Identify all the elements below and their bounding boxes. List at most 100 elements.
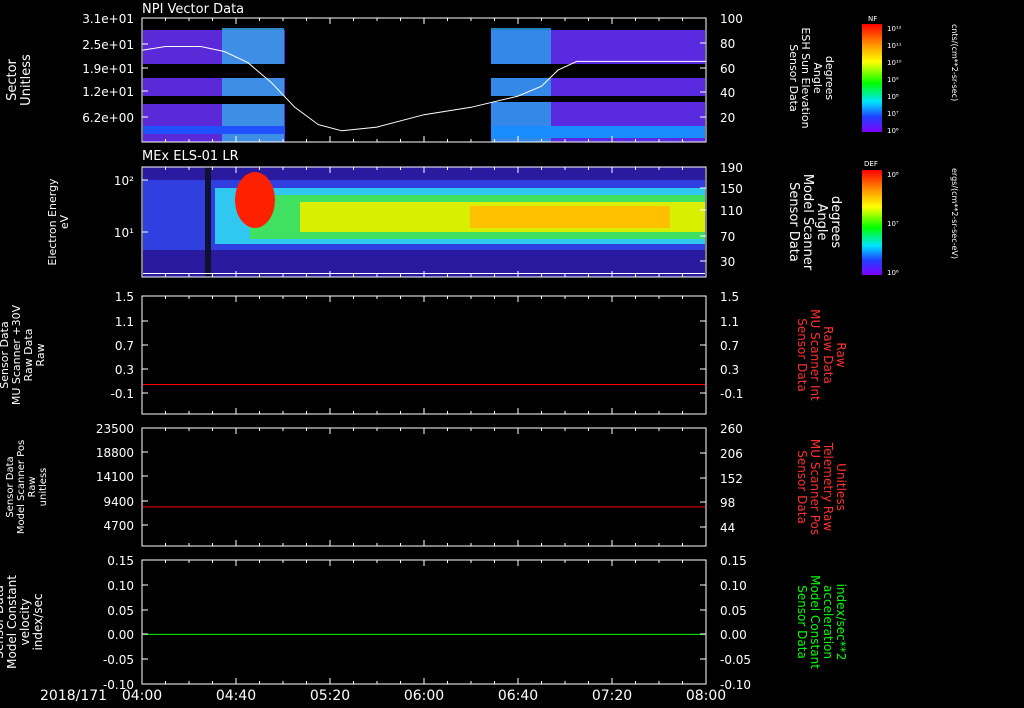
left-tick-label: 10¹ — [114, 226, 134, 240]
colorbar-nf-unit: cnts/(cm**2-sr-sec) — [950, 24, 959, 101]
right-tick-label: 20 — [720, 111, 735, 125]
colorbar-def: DEF 10⁸ 10⁷ 10⁶ ergs/(cm**2-sr-sec-eV) — [862, 160, 959, 277]
left-tick-label: 1.2e+01 — [82, 85, 134, 99]
left-axis-label-line: Sensor Data — [5, 456, 16, 517]
colorbar-tick-label: 10⁷ — [887, 110, 899, 118]
left-axis-label: Sensor DataModel Scanner PosRawunitless — [5, 440, 49, 534]
els-heatmap — [143, 167, 705, 277]
right-axis-label-line: Sensor Data — [795, 450, 809, 524]
left-axis-label-line: unitless — [38, 468, 49, 507]
colorbar-def-gradient — [862, 170, 882, 275]
panel-frame-model-const — [141, 559, 707, 685]
right-tick-label: 0.7 — [720, 339, 739, 353]
right-axis-label: Sensor DataMU Scanner PosTelemetry RawUn… — [795, 439, 848, 535]
chart-stage: NPI Vector Data 3.1e+01 2.5e+01 1.9e+01 1.2… — [0, 2, 959, 704]
time-tick-label: 04:00 — [122, 688, 162, 704]
time-tick-label: 08:00 — [686, 688, 726, 704]
right-axis-label-line: degrees — [828, 196, 843, 249]
right-axis-label-line: MU Scanner Pos — [808, 439, 822, 535]
left-axis-label: Sensor DataModel Constantvelocityindex/s… — [0, 575, 45, 669]
left-tick-label: 1.5 — [115, 290, 134, 304]
left-axis-label-line: Raw — [27, 476, 38, 497]
colorbar-def-ticks: 10⁸ 10⁷ 10⁶ — [887, 171, 899, 277]
date-label: 2018/171 — [40, 688, 107, 704]
mu-raw-right-ticks: 1.5 1.1 0.7 0.3 -0.1 — [700, 290, 743, 401]
left-tick-label: 0.05 — [107, 604, 134, 618]
left-tick-label: 23500 — [96, 422, 134, 436]
right-axis-label-line: acceleration — [821, 585, 835, 659]
right-axis-label: Sensor DataESH Sun ElevationAngledegrees — [787, 27, 836, 128]
left-axis-label: Sensor DataMU Scanner +30VRaw DataRaw — [0, 304, 47, 405]
right-tick-label: -0.1 — [720, 387, 743, 401]
model-const-right-ticks: 0.150.100.050.00-0.05-0.10 — [700, 554, 751, 692]
colorbar-def-label: DEF — [864, 160, 878, 168]
right-axis-label-line: Sensor Data — [787, 44, 800, 111]
colorbar-tick-label: 10⁸ — [887, 171, 899, 179]
left-axis-label: Electron EnergyeV — [46, 178, 71, 266]
npi-band — [491, 126, 705, 138]
npi-heatmap — [143, 28, 705, 142]
left-axis-label-line: Unitless — [19, 54, 34, 106]
left-tick-label: 0.15 — [107, 554, 134, 568]
left-axis-label-line: Sector — [5, 58, 20, 100]
right-tick-label: 260 — [720, 422, 743, 436]
right-tick-label: 0.05 — [720, 604, 747, 618]
npi-gap-stripe — [491, 64, 705, 78]
right-tick-label: 40 — [720, 86, 735, 100]
right-axis-label-line: degrees — [823, 56, 836, 101]
mu-pos-left-ticks: 23500 18800 14100 9400 4700 — [96, 422, 148, 533]
npi-gap-stripe — [143, 96, 285, 104]
left-tick-label: 0.10 — [107, 579, 134, 593]
npi-spectrogram-left-bright — [222, 28, 284, 142]
right-axis-label-line: ESH Sun Elevation — [799, 27, 812, 128]
npi-spectrogram-right-bright — [491, 28, 551, 142]
right-axis-label-line: index/sec**2 — [834, 584, 848, 661]
els-left-ticks: 10² 10¹ — [114, 174, 148, 240]
right-tick-label: -0.05 — [720, 653, 751, 667]
right-tick-label: 70 — [720, 230, 735, 244]
colorbar-tick-label: 10⁶ — [887, 127, 899, 135]
time-tick-label: 05:20 — [310, 688, 350, 704]
left-axis-label-line: Raw — [34, 343, 47, 366]
colorbar-nf-label: NF — [868, 15, 877, 23]
colorbar-def-unit: ergs/(cm**2-sr-sec-eV) — [950, 168, 959, 259]
time-tick-label: 06:40 — [498, 688, 538, 704]
right-tick-label: 100 — [720, 12, 743, 26]
left-tick-label: 14100 — [96, 470, 134, 484]
panel-mu-pos: 23500 18800 14100 9400 4700 260 206 152 98 44 — [96, 422, 743, 547]
time-tick-label: 06:00 — [404, 688, 444, 704]
right-axis-label: Sensor DataModel Constantaccelerationind… — [795, 575, 848, 669]
right-tick-label: 190 — [720, 161, 743, 175]
right-tick-label: 60 — [720, 62, 735, 76]
colorbar-nf: NF 10¹² 10¹¹ 10¹⁰ 10⁹ 10⁸ 10⁷ 10⁶ cnts/(cm**2-… — [862, 15, 959, 135]
colorbar-nf-gradient — [862, 24, 882, 132]
right-tick-label: 150 — [720, 182, 743, 196]
right-axis-label-line: Model Scanner — [800, 174, 815, 271]
panel-title-npi: NPI Vector Data — [142, 2, 244, 17]
colorbar-tick-label: 10⁹ — [887, 76, 899, 84]
els-dark-stripe — [205, 167, 211, 277]
right-axis-label-line: Sensor Data — [795, 318, 809, 392]
right-tick-label: 30 — [720, 255, 735, 269]
left-tick-label: -0.05 — [103, 653, 134, 667]
right-axis-label-line: Sensor Data — [786, 182, 801, 262]
panel-frame-mu-pos — [141, 427, 707, 547]
left-axis-label: SectorUnitless — [5, 54, 34, 106]
left-tick-label: 4700 — [103, 519, 134, 533]
right-tick-label: 152 — [720, 472, 743, 486]
npi-left-ticks: 3.1e+01 2.5e+01 1.9e+01 1.2e+01 6.2e+00 — [82, 12, 148, 125]
right-axis-label-line: Telemetry Raw — [821, 442, 835, 531]
right-tick-label: 0.10 — [720, 579, 747, 593]
colorbar-tick-label: 10¹¹ — [887, 42, 902, 50]
colorbar-tick-label: 10⁶ — [887, 269, 899, 277]
right-tick-label: 1.1 — [720, 315, 739, 329]
left-axis-label-line: velocity — [18, 599, 32, 646]
left-tick-label: 9400 — [103, 495, 134, 509]
right-axis-label-line: Model Constant — [808, 575, 822, 669]
right-tick-label: 1.5 — [720, 290, 739, 304]
right-tick-label: 110 — [720, 204, 743, 218]
right-axis-label-line: Angle — [811, 62, 824, 94]
left-axis-label-line: Model Scanner Pos — [16, 440, 27, 534]
right-axis-label-line: MU Scanner Int — [808, 309, 822, 401]
left-tick-label: 3.1e+01 — [82, 12, 134, 26]
